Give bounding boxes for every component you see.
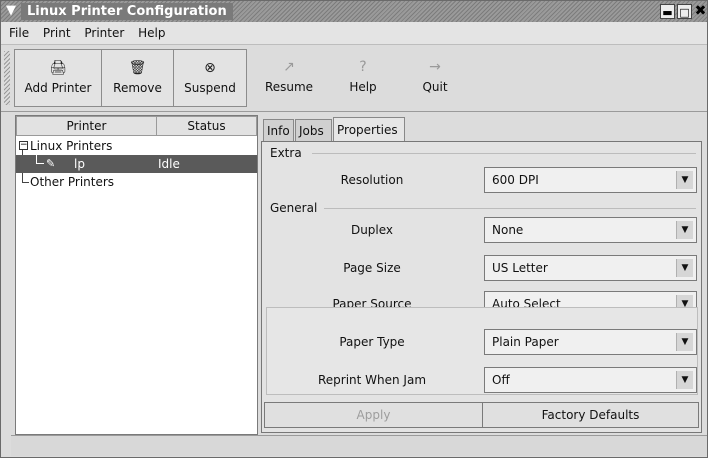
tree-connector [36,155,44,164]
factory-defaults-button[interactable]: Factory Defaults [482,402,699,428]
quit-label: Quit [422,80,448,94]
remove-label: Remove [113,81,162,95]
help-button[interactable]: ? Help [331,49,395,107]
toolbar: 🖨 Add Printer 🗑 Remove ⊗ Suspend ↗ Resum… [1,45,707,112]
resume-arrow-icon: ↗ [283,59,295,75]
printer-add-icon: 🖨 [49,60,67,76]
chevron-down-icon: ▼ [676,259,693,277]
title-bar[interactable]: ▼ Linux Printer Configuration ▬ □ ✖ [1,1,707,22]
tree-group-label: Linux Printers [30,139,113,153]
chevron-down-icon: ▼ [676,333,693,351]
duplex-value: None [492,223,524,237]
column-header-printer[interactable]: Printer [16,116,157,136]
toolbar-grip-handle[interactable] [4,51,10,105]
menu-printer[interactable]: Printer [79,22,129,44]
minimize-icon[interactable]: ▬ [660,4,675,19]
paper-type-value: Plain Paper [492,335,559,349]
main-window: ▼ Linux Printer Configuration ▬ □ ✖ File… [0,0,708,458]
collapse-icon[interactable]: − [19,141,28,150]
printer-tree: − Linux Printers ✎ lp Idle Other Printer… [16,137,257,191]
tree-group-linux-printers[interactable]: − Linux Printers [16,137,257,155]
tree-group-label: Other Printers [30,175,115,189]
column-header-status[interactable]: Status [156,116,257,136]
menu-print[interactable]: Print [38,22,76,44]
tree-row-printer-lp[interactable]: ✎ lp Idle [16,155,257,173]
tab-jobs[interactable]: Jobs [295,119,332,141]
quit-button[interactable]: → Quit [403,49,467,107]
duplex-select[interactable]: None ▼ [484,217,697,243]
resume-label: Resume [264,80,314,94]
help-icon: ? [359,59,367,75]
page-size-value: US Letter [492,261,548,275]
paper-type-label: Paper Type [339,335,405,349]
resolution-value: 600 DPI [492,173,539,187]
chevron-down-icon: ▼ [676,371,693,389]
window-menu-icon[interactable]: ▼ [3,3,19,19]
quit-icon: → [429,59,441,75]
duplex-label: Duplex [350,223,394,237]
tree-connector [22,173,29,183]
status-bar [11,435,707,456]
menu-bar: File Print Printer Help [1,22,707,45]
paper-type-select[interactable]: Plain Paper ▼ [484,329,697,355]
chevron-down-icon: ▼ [676,171,693,189]
tree-group-other-printers[interactable]: Other Printers [16,173,257,191]
add-printer-button[interactable]: 🖨 Add Printer [14,49,102,107]
apply-button[interactable]: Apply [264,402,483,428]
printer-details-panel: Info Jobs Properties Extra Resolution 60… [259,115,705,433]
menu-help[interactable]: Help [133,22,170,44]
trash-icon: 🗑 [128,60,147,76]
suspend-label: Suspend [184,81,236,95]
printer-list-panel[interactable]: Printer Status − Linux Printers ✎ lp Idl… [15,115,258,435]
reprint-when-jam-value: Off [492,373,510,387]
menu-file[interactable]: File [1,22,34,44]
section-extra-label: Extra [270,146,302,160]
window-title: Linux Printer Configuration [21,3,233,20]
section-general-label: General [270,201,318,215]
resolution-label: Resolution [340,173,404,187]
help-label: Help [349,80,377,94]
page-size-label: Page Size [343,261,401,275]
tab-properties[interactable]: Properties [333,117,405,142]
tab-info[interactable]: Info [263,119,294,141]
resolution-select[interactable]: 600 DPI ▼ [484,167,697,193]
page-size-select[interactable]: US Letter ▼ [484,255,697,281]
stop-circle-icon: ⊗ [204,60,216,76]
suspend-button[interactable]: ⊗ Suspend [173,49,247,107]
close-icon[interactable]: ✖ [693,4,708,19]
chevron-down-icon: ▼ [676,221,693,239]
resume-button[interactable]: ↗ Resume [256,49,322,107]
remove-button[interactable]: 🗑 Remove [101,49,174,107]
printer-status: Idle [158,157,180,171]
printer-icon: ✎ [46,157,56,170]
reprint-when-jam-select[interactable]: Off ▼ [484,367,697,393]
add-printer-label: Add Printer [24,81,92,95]
printer-name: lp [74,157,85,171]
section-divider [312,153,696,154]
maximize-icon[interactable]: □ [677,4,692,19]
section-divider [324,208,696,209]
reprint-when-jam-label: Reprint When Jam [317,373,427,387]
properties-page: Extra Resolution 600 DPI ▼ General Duple… [261,141,702,433]
